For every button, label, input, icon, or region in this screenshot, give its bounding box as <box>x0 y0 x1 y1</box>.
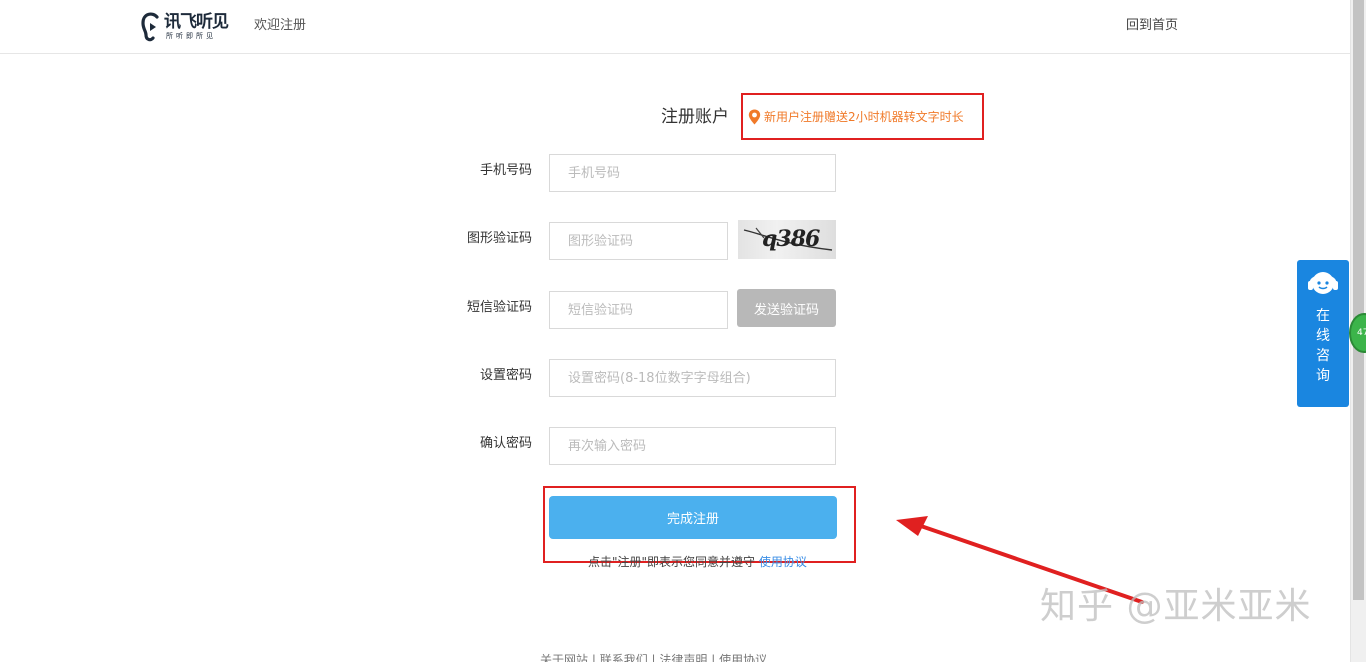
password-input[interactable] <box>549 359 836 397</box>
scrollbar-thumb[interactable] <box>1353 0 1364 600</box>
agreement-text: 点击"注册"即表示您同意并遵守 使用协议 <box>588 554 807 570</box>
welcome-text: 欢迎注册 <box>254 18 307 33</box>
register-page: 讯飞听见 所听即所见 欢迎注册 回到首页 注册账户 新用户注册赠送2小时机器转文… <box>0 0 1366 662</box>
online-consult-widget[interactable]: 在 线 咨 询 <box>1297 260 1349 407</box>
password-label: 设置密码 <box>479 368 532 383</box>
watermark: 知乎 @亚米亚米 <box>1040 586 1312 627</box>
footer-contact-link[interactable]: 联系我们 <box>600 653 648 662</box>
captcha-image[interactable]: q386 <box>738 220 836 259</box>
logo-tagline: 所听即所见 <box>166 32 216 40</box>
confirm-password-label: 确认密码 <box>479 436 532 451</box>
footer-separator: | <box>647 653 660 662</box>
headset-icon <box>1308 272 1338 294</box>
promo-annotation-box: 新用户注册赠送2小时机器转文字时长 <box>741 93 984 140</box>
consult-char: 在 <box>1316 308 1330 324</box>
promo-text: 新用户注册赠送2小时机器转文字时长 <box>764 110 964 124</box>
captcha-input[interactable] <box>549 222 728 260</box>
footer-legal-link[interactable]: 法律声明 <box>659 653 707 662</box>
sms-code-input[interactable] <box>549 291 728 329</box>
top-header: 讯飞听见 所听即所见 欢迎注册 回到首页 <box>0 0 1350 54</box>
phone-label: 手机号码 <box>479 163 532 178</box>
agreement-prefix: 点击"注册"即表示您同意并遵守 <box>588 555 756 569</box>
footer-about-link[interactable]: 关于网站 <box>540 653 588 662</box>
footer-separator: | <box>707 653 720 662</box>
captcha-label: 图形验证码 <box>466 231 532 246</box>
captcha-text: q386 <box>762 226 820 252</box>
logo-name: 讯飞听见 <box>164 12 229 32</box>
logo-ear-icon <box>141 12 159 42</box>
footer-links: 关于网站 | 联系我们 | 法律声明 | 使用协议 <box>540 652 767 662</box>
home-link[interactable]: 回到首页 <box>1126 17 1178 35</box>
consult-char: 线 <box>1316 328 1330 344</box>
online-consult-label: 在 线 咨 询 <box>1297 306 1349 386</box>
consult-char: 询 <box>1316 368 1330 384</box>
footer-separator: | <box>588 653 600 662</box>
phone-input[interactable] <box>549 154 836 192</box>
complete-register-button[interactable]: 完成注册 <box>549 496 837 539</box>
location-pin-icon <box>748 109 761 125</box>
footer-terms-link[interactable]: 使用协议 <box>719 653 767 662</box>
sms-label: 短信验证码 <box>466 300 532 315</box>
consult-char: 咨 <box>1316 348 1330 364</box>
register-title: 注册账户 <box>661 107 729 127</box>
send-sms-code-button[interactable]: 发送验证码 <box>737 289 836 327</box>
terms-link[interactable]: 使用协议 <box>759 555 807 569</box>
logo[interactable]: 讯飞听见 所听即所见 <box>140 11 236 43</box>
confirm-password-input[interactable] <box>549 427 836 465</box>
